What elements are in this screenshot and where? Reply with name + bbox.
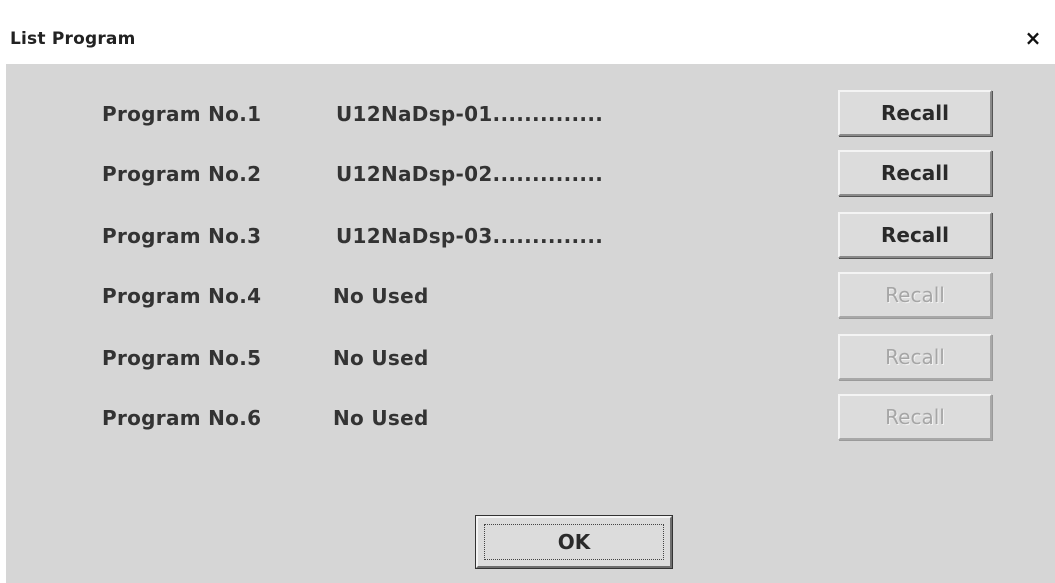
ok-button[interactable]: OK [475,515,673,569]
title-bar: List Program × [6,14,1055,64]
close-icon[interactable]: × [1020,25,1046,51]
program-label: Program No.1 [102,102,262,126]
recall-button-3[interactable]: Recall [838,212,992,258]
program-name: No Used [333,284,429,308]
program-label: Program No.2 [102,162,262,186]
program-row-2: Program No.2 U12NaDsp-02.............. R… [6,150,1055,198]
program-name: U12NaDsp-01.............. [336,102,604,126]
dialog-title: List Program [10,29,136,49]
program-row-3: Program No.3 U12NaDsp-03.............. R… [6,212,1055,260]
program-row-5: Program No.5 No Used Recall [6,334,1055,382]
program-name: U12NaDsp-02.............. [336,162,604,186]
program-name: No Used [333,406,429,430]
program-row-1: Program No.1 U12NaDsp-01.............. R… [6,90,1055,138]
recall-button-1[interactable]: Recall [838,90,992,136]
program-label: Program No.3 [102,224,262,248]
program-row-6: Program No.6 No Used Recall [6,394,1055,442]
program-name: U12NaDsp-03.............. [336,224,604,248]
program-label: Program No.6 [102,406,262,430]
program-label: Program No.4 [102,284,262,308]
program-name: No Used [333,346,429,370]
recall-button-6: Recall [838,394,992,440]
ok-button-label: OK [484,524,664,560]
program-row-4: Program No.4 No Used Recall [6,272,1055,320]
recall-button-5: Recall [838,334,992,380]
recall-button-2[interactable]: Recall [838,150,992,196]
recall-button-4: Recall [838,272,992,318]
list-program-dialog: List Program × Program No.1 U12NaDsp-01.… [6,14,1055,583]
program-label: Program No.5 [102,346,262,370]
